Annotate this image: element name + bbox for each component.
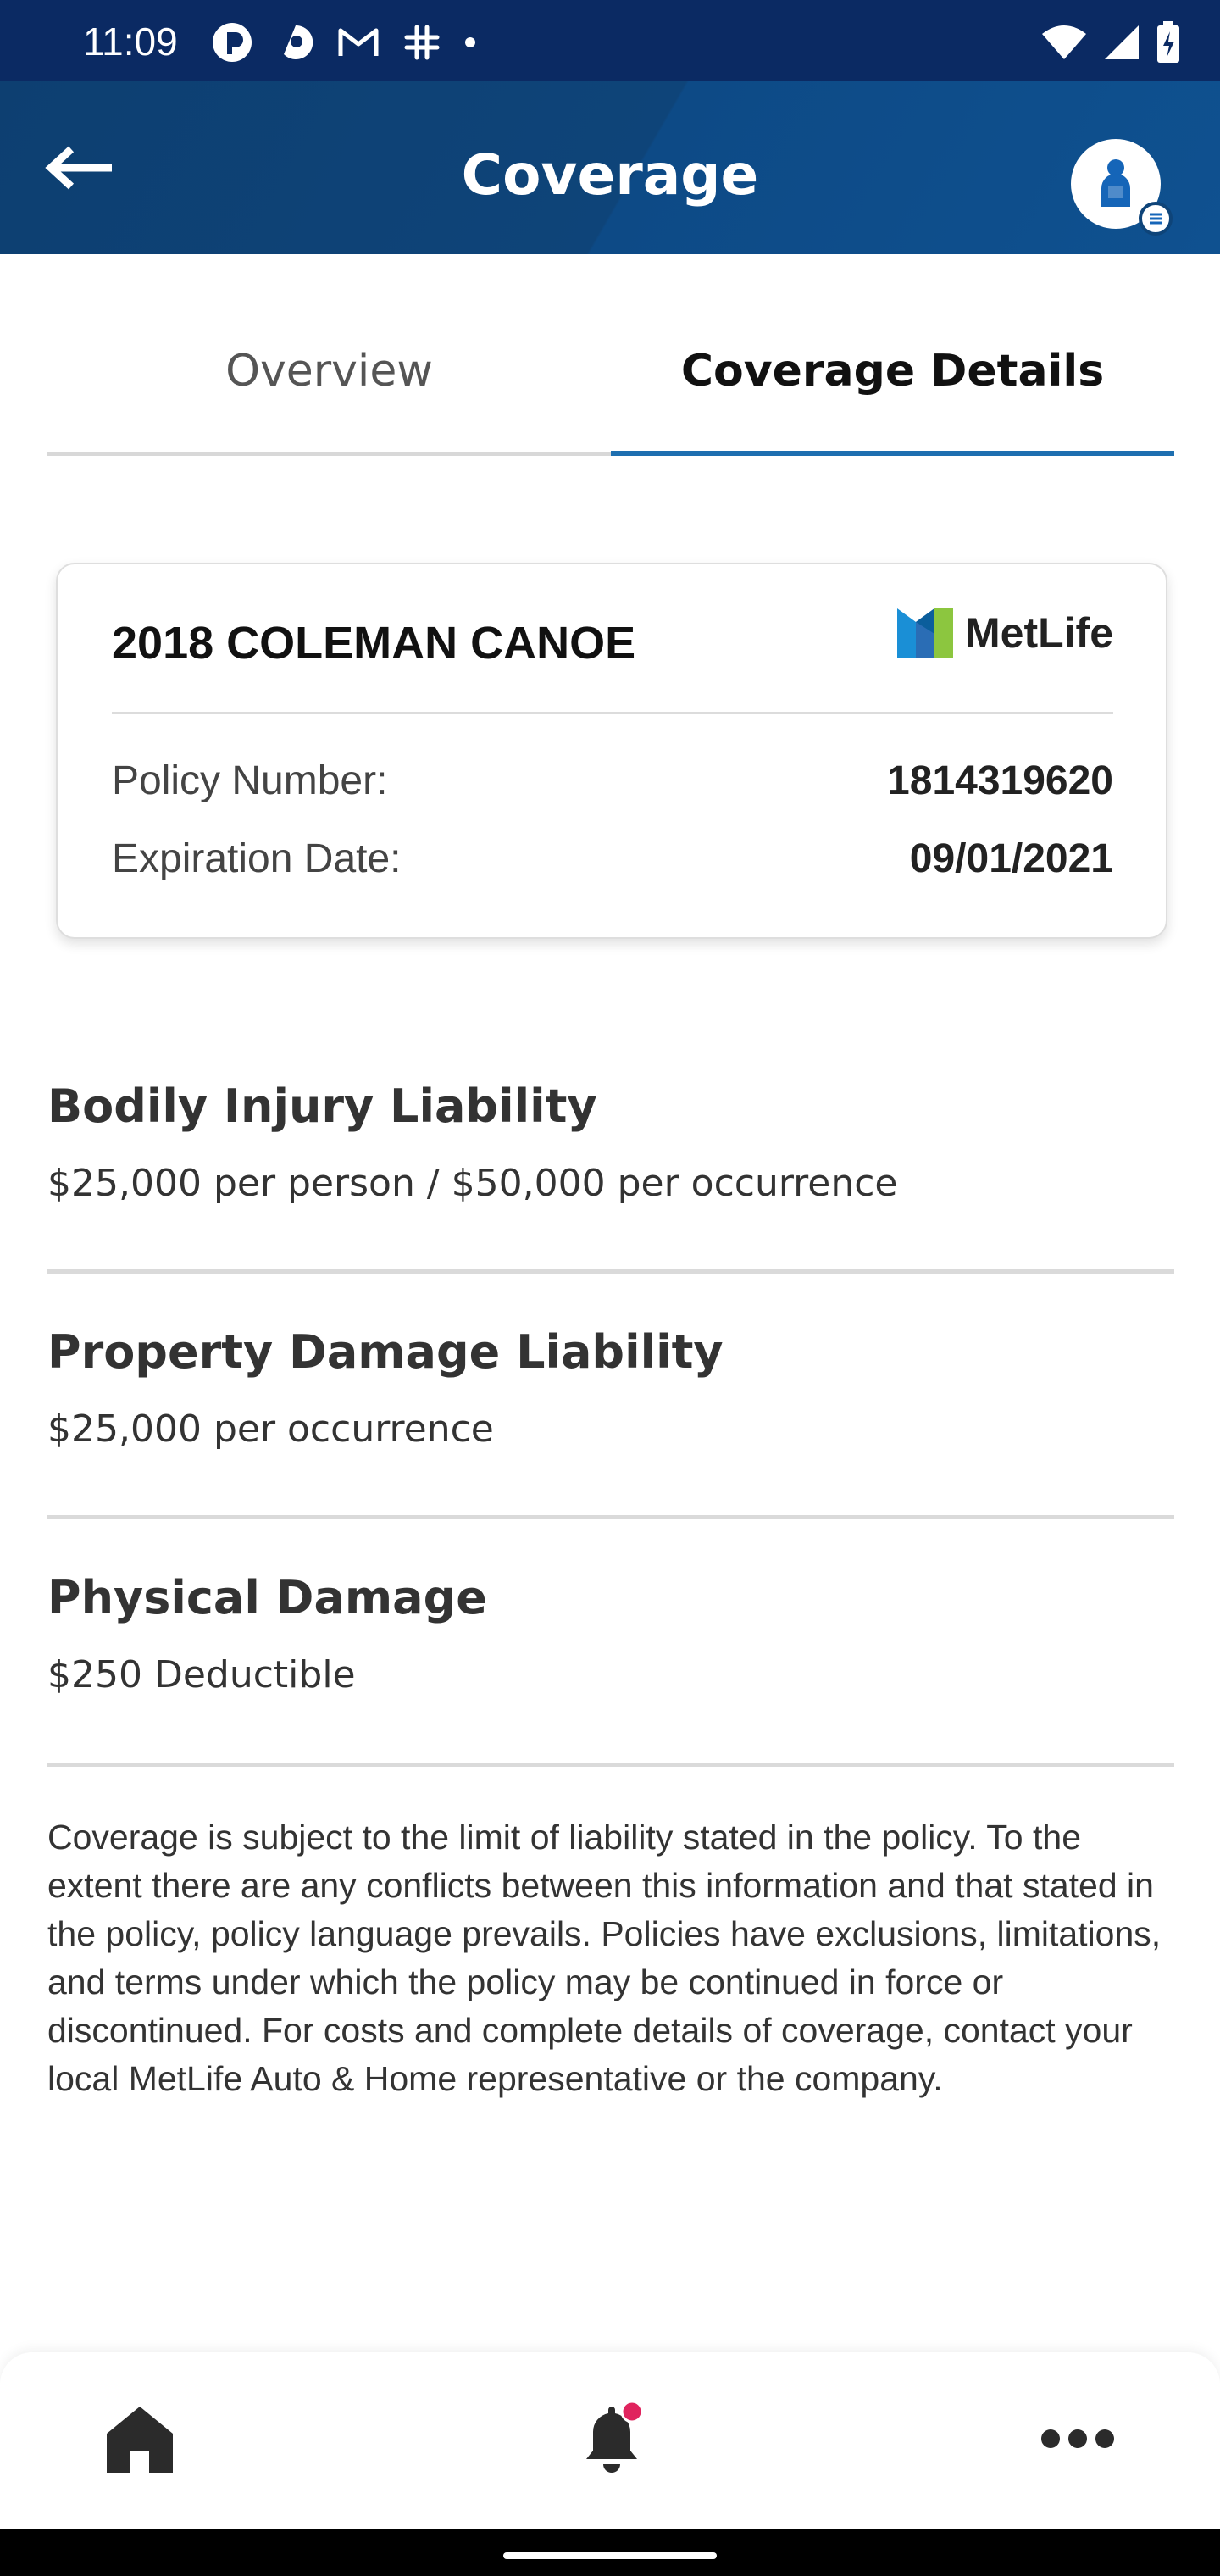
tab-coverage-details[interactable]: Coverage Details (611, 315, 1174, 456)
card-divider (112, 712, 1113, 714)
coverage-title: Bodily Injury Liability (47, 1080, 597, 1133)
home-icon (107, 2407, 173, 2473)
coverage-title: Property Damage Liability (47, 1325, 724, 1379)
tab-coverage-details-label: Coverage Details (680, 346, 1105, 397)
coverage-divider (47, 1269, 1174, 1274)
menu-badge[interactable] (1139, 202, 1173, 236)
status-notification-icons (210, 20, 476, 64)
page-title: Coverage (461, 142, 759, 208)
metlife-logo: MetLife (897, 608, 1113, 658)
battery-icon (1157, 21, 1179, 63)
app-icon (213, 23, 252, 62)
coverage-item: Physical Damage $250 Deductible (47, 1571, 1174, 1696)
slack-icon (404, 25, 440, 60)
app-header: Coverage (0, 81, 1220, 254)
menu-icon (1150, 213, 1162, 225)
status-time: 11:09 (83, 19, 178, 64)
coverage-item: Property Damage Liability $25,000 per oc… (47, 1325, 1174, 1451)
metlife-logo-text: MetLife (965, 609, 1113, 657)
tab-overview[interactable]: Overview (47, 315, 611, 456)
tab-bar: Overview Coverage Details (47, 315, 1174, 456)
metlife-logo-icon (897, 608, 953, 658)
policy-card: 2018 COLEMAN CANOE MetLife Policy Number… (56, 563, 1167, 939)
expiration-date-label: Expiration Date: (112, 836, 402, 881)
coverage-item: Bodily Injury Liability $25,000 per pers… (47, 1080, 1174, 1205)
nav-notifications-button[interactable] (574, 2400, 651, 2476)
status-system-icons (1040, 20, 1181, 64)
vehicle-title: 2018 COLEMAN CANOE (112, 618, 636, 669)
coverage-value: $25,000 per person / $50,000 per occurre… (47, 1162, 898, 1205)
status-bar: 11:09 (0, 0, 1220, 81)
coverage-value: $250 Deductible (47, 1653, 356, 1696)
nav-more-button[interactable] (1040, 2423, 1115, 2454)
expiration-date-row: Expiration Date: 09/01/2021 (112, 836, 1113, 882)
expiration-date-value: 09/01/2021 (909, 836, 1113, 881)
coverage-divider (47, 1763, 1174, 1767)
policy-number-value: 1814319620 (887, 758, 1113, 803)
policy-number-row: Policy Number: 1814319620 (112, 758, 1113, 804)
policy-number-label: Policy Number: (112, 758, 388, 803)
dot-icon (465, 37, 475, 47)
gmail-icon (338, 28, 379, 56)
notifications-bell-icon (586, 2400, 644, 2473)
nav-home-button[interactable] (103, 2403, 176, 2476)
app-icon (284, 25, 313, 59)
bottom-nav (0, 2352, 1220, 2529)
more-icon (1041, 2429, 1114, 2448)
coverage-value: $25,000 per occurrence (47, 1407, 494, 1451)
coverage-divider (47, 1515, 1174, 1519)
coverage-disclaimer: Coverage is subject to the limit of liab… (47, 1818, 1162, 2098)
signal-icon (1105, 25, 1139, 59)
system-navigation-bar (0, 2529, 1220, 2576)
tab-overview-label: Overview (225, 346, 433, 397)
home-indicator[interactable] (503, 2552, 717, 2559)
wifi-icon (1042, 25, 1086, 59)
coverage-title: Physical Damage (47, 1571, 487, 1624)
